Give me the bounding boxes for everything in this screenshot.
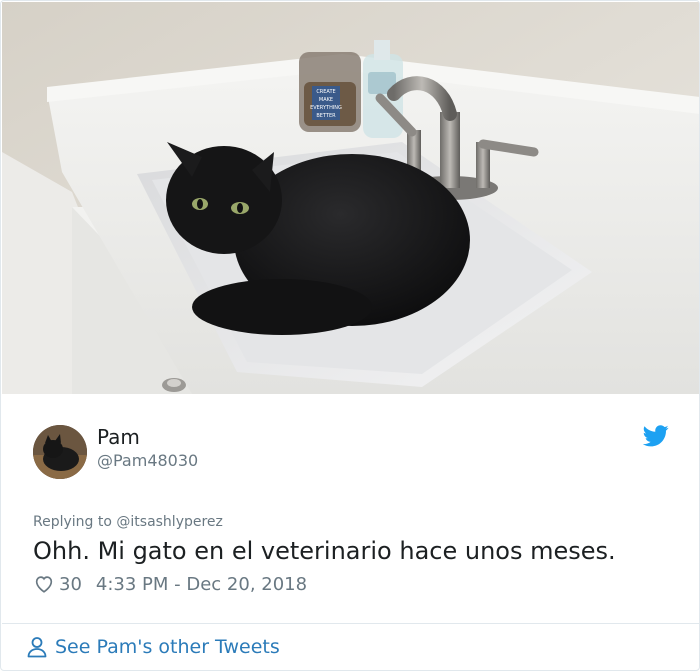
heart-icon[interactable] <box>33 573 55 595</box>
tweet-timestamp[interactable]: 4:33 PM - Dec 20, 2018 <box>96 574 307 595</box>
reply-context: Replying to @itsashlyperez <box>33 513 223 531</box>
jar-label-line-1: CREATE <box>316 89 335 95</box>
tweet-meta: 30 4:33 PM - Dec 20, 2018 <box>33 571 307 597</box>
cat-in-sink-photo: CREATE MAKE EVERYTHING BETTER <box>2 2 699 394</box>
person-icon <box>27 637 47 658</box>
avatar-image <box>33 425 87 479</box>
reply-prefix: Replying to <box>33 514 112 530</box>
twitter-bird-icon[interactable] <box>643 425 669 447</box>
footer-divider <box>2 623 699 624</box>
reply-to-link[interactable]: @itsashlyperez <box>116 514 223 530</box>
see-other-tweets-link[interactable]: See Pam's other Tweets <box>25 633 280 661</box>
tweet-photo[interactable]: CREATE MAKE EVERYTHING BETTER <box>2 2 699 394</box>
author-avatar[interactable] <box>33 425 87 479</box>
see-other-tweets-label: See Pam's other Tweets <box>55 636 280 658</box>
jar-label-line-2: MAKE <box>319 97 333 103</box>
like-count[interactable]: 30 <box>59 574 82 595</box>
jar-label-line-4: BETTER <box>316 113 336 119</box>
author-handle[interactable]: @Pam48030 <box>97 451 198 471</box>
jar-label-line-3: EVERYTHING <box>310 105 342 111</box>
embedded-tweet-card: CREATE MAKE EVERYTHING BETTER Pam @Pam48… <box>0 0 700 671</box>
author-name[interactable]: Pam <box>97 425 140 449</box>
tweet-text: Ohh. Mi gato en el veterinario hace unos… <box>33 537 616 565</box>
